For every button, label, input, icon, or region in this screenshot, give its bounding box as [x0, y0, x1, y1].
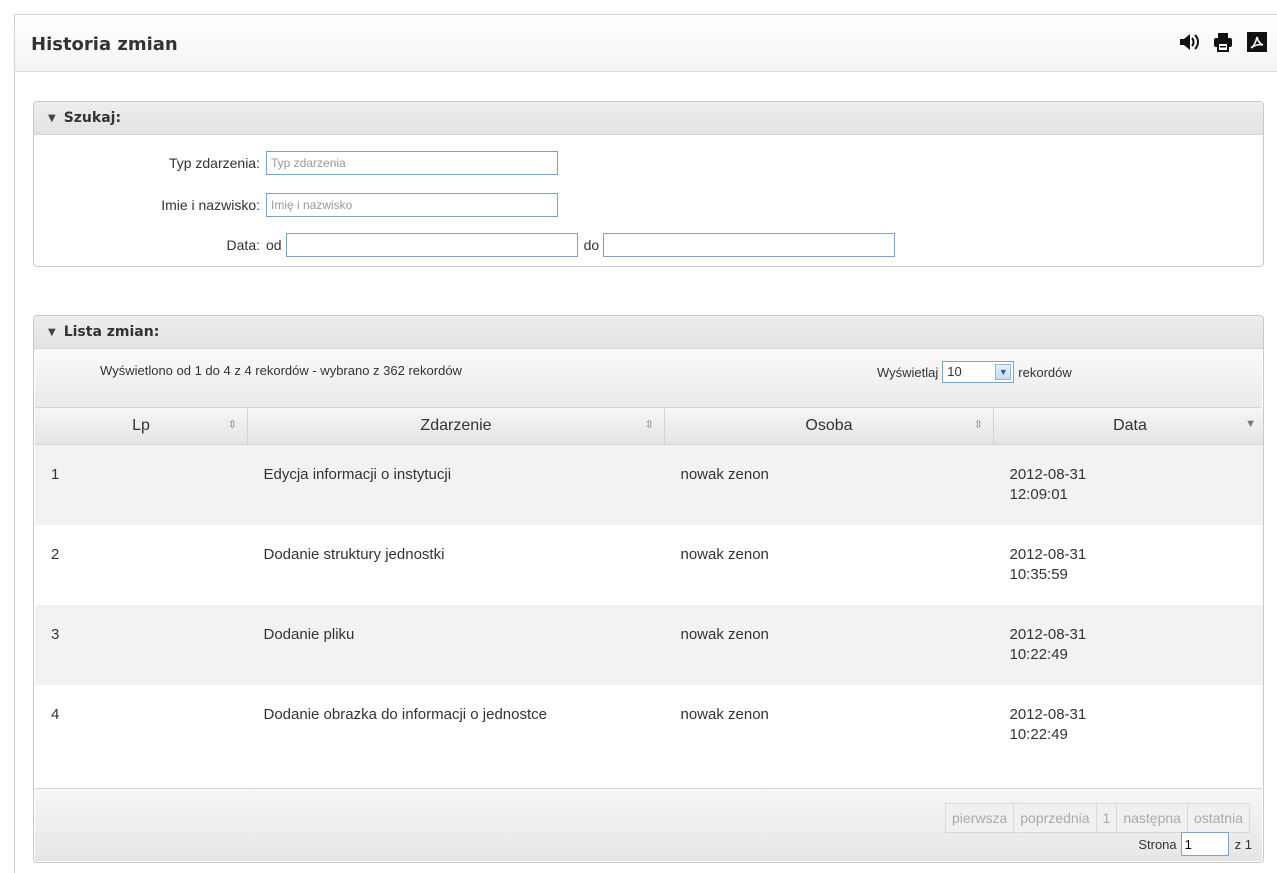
cell-date-day: 2012-08-31 [1009, 626, 1087, 643]
date-to-label: do [583, 237, 600, 253]
cell-date-time: 10:22:49 [1009, 646, 1068, 663]
event-type-row: Typ zdarzenia: [34, 150, 558, 176]
date-row: Data: od do [34, 232, 896, 258]
date-label: Data: [226, 237, 260, 253]
history-page: Historia zmian ▼ Szukaj: Typ zdarzenia: … [14, 14, 1277, 873]
date-from-label: od [266, 237, 282, 253]
cell-event: Dodanie struktury jednostki [247, 525, 665, 605]
person-row: Imie i nazwisko: [34, 192, 558, 218]
column-header-person[interactable]: Osoba ⇳ [664, 408, 994, 445]
person-label: Imie i nazwisko: [161, 197, 260, 213]
list-panel-header[interactable]: ▼ Lista zmian: [34, 316, 1263, 349]
show-label: Wyświetlaj [877, 364, 939, 380]
search-panel-title: Szukaj: [63, 110, 122, 126]
cell-person: nowak zenon [664, 605, 994, 685]
table-row[interactable]: 4 Dodanie obrazka do informacji o jednos… [35, 685, 1263, 765]
page-size-control: Wyświetlaj 10 ▼ rekordów [877, 361, 1072, 383]
sort-icon: ⇳ [973, 419, 983, 431]
list-panel-title: Lista zmian: [63, 324, 160, 340]
column-header-person-label: Osoba [805, 417, 853, 434]
sort-icon: ⇳ [644, 419, 654, 431]
cell-date: 2012-08-31 10:22:49 [993, 685, 1263, 765]
cell-event: Dodanie pliku [247, 605, 665, 685]
cell-date-day: 2012-08-31 [1009, 546, 1087, 563]
chevron-down-icon: ▼ [995, 364, 1012, 380]
column-header-date[interactable]: Data ▼ [993, 408, 1263, 445]
page-title: Historia zmian [31, 34, 178, 55]
cell-date: 2012-08-31 10:22:49 [993, 605, 1263, 685]
changes-table: Lp ⇳ Zdarzenie ⇳ Osoba ⇳ Data ▼ 1 Edycja… [35, 408, 1263, 765]
page-size-select[interactable]: 10 ▼ [942, 361, 1015, 383]
next-page-button[interactable]: następna [1116, 803, 1188, 833]
header-toolbar [1178, 31, 1268, 53]
event-type-label: Typ zdarzenia: [168, 155, 260, 171]
cell-event: Dodanie obrazka do informacji o jednostc… [247, 685, 665, 765]
pdf-icon[interactable] [1246, 31, 1268, 53]
page-size-value: 10 [947, 364, 962, 379]
cell-date: 2012-08-31 10:35:59 [993, 525, 1263, 605]
records-label: rekordów [1018, 364, 1072, 380]
cell-person: nowak zenon [664, 525, 994, 605]
last-page-button[interactable]: ostatnia [1186, 803, 1250, 833]
records-info: Wyświetlono od 1 do 4 z 4 rekordów - wyb… [100, 363, 462, 378]
table-row[interactable]: 3 Dodanie pliku nowak zenon 2012-08-31 10… [35, 605, 1263, 685]
event-type-input[interactable] [266, 151, 558, 175]
cell-lp: 1 [35, 444, 248, 525]
column-header-lp[interactable]: Lp ⇳ [35, 408, 248, 445]
printer-icon[interactable] [1212, 31, 1234, 53]
cell-lp: 3 [35, 605, 248, 685]
cell-lp: 2 [35, 525, 248, 605]
page-header: Historia zmian [15, 15, 1277, 72]
page-label: Strona [1138, 836, 1177, 852]
date-to-input[interactable] [603, 233, 896, 257]
table-row[interactable]: 2 Dodanie struktury jednostki nowak zeno… [35, 525, 1263, 605]
cell-date-day: 2012-08-31 [1009, 706, 1087, 723]
cell-lp: 4 [35, 685, 248, 765]
page-total: z 1 [1234, 836, 1252, 852]
page-number-input[interactable] [1180, 832, 1229, 856]
sort-desc-icon: ▼ [1245, 418, 1256, 430]
collapse-triangle-icon: ▼ [48, 326, 56, 338]
cell-event: Edycja informacji o instytucji [247, 444, 665, 525]
search-panel: ▼ Szukaj: Typ zdarzenia: Imie i nazwisko… [33, 101, 1264, 267]
search-panel-header[interactable]: ▼ Szukaj: [34, 102, 1263, 135]
page-jump: Strona z 1 [1138, 832, 1252, 856]
cell-date: 2012-08-31 12:09:01 [993, 444, 1263, 525]
date-from-input[interactable] [285, 233, 578, 257]
cell-date-time: 10:22:49 [1009, 726, 1068, 743]
person-input[interactable] [266, 193, 558, 217]
speaker-icon[interactable] [1178, 31, 1200, 53]
column-header-date-label: Data [1113, 417, 1147, 434]
table-footer: pierwsza poprzednia 1 następna ostatnia … [35, 788, 1262, 861]
cell-date-time: 10:35:59 [1009, 566, 1068, 583]
list-info-bar: Wyświetlono od 1 do 4 z 4 rekordów - wyb… [35, 349, 1262, 408]
prev-page-button[interactable]: poprzednia [1013, 803, 1097, 833]
changes-list-panel: ▼ Lista zmian: Wyświetlono od 1 do 4 z 4… [33, 315, 1264, 863]
cell-date-day: 2012-08-31 [1009, 466, 1087, 483]
cell-person: nowak zenon [664, 444, 994, 525]
column-header-event[interactable]: Zdarzenie ⇳ [247, 408, 665, 445]
collapse-triangle-icon: ▼ [48, 112, 56, 124]
sort-icon: ⇳ [227, 419, 237, 431]
table-row[interactable]: 1 Edycja informacji o instytucji nowak z… [35, 444, 1263, 525]
cell-date-time: 12:09:01 [1009, 486, 1068, 503]
cell-person: nowak zenon [664, 685, 994, 765]
current-page-button[interactable]: 1 [1095, 803, 1118, 833]
column-header-event-label: Zdarzenie [420, 417, 492, 434]
pagination: pierwsza poprzednia 1 następna ostatnia [945, 803, 1250, 833]
column-header-lp-label: Lp [132, 417, 150, 434]
first-page-button[interactable]: pierwsza [945, 803, 1015, 833]
table-header-row: Lp ⇳ Zdarzenie ⇳ Osoba ⇳ Data ▼ [35, 408, 1263, 445]
